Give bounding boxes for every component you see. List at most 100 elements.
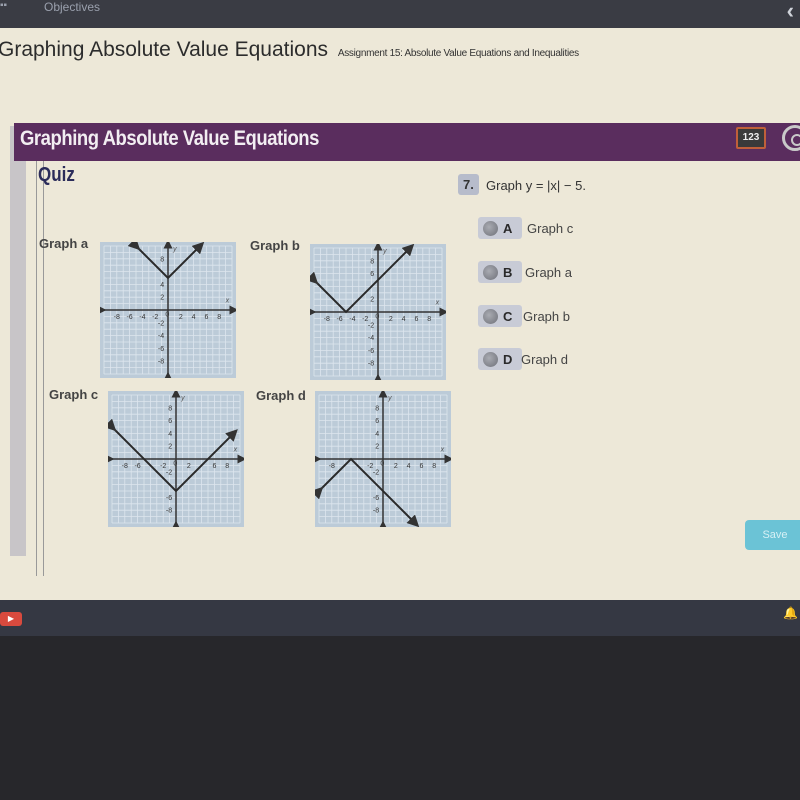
y-tick-label: 8 <box>375 405 379 412</box>
x-tick-label: -4 <box>139 314 145 321</box>
y-tick-label: 2 <box>375 444 379 451</box>
y-tick-label: -8 <box>166 508 172 515</box>
x-tick-label: -6 <box>134 463 140 470</box>
x-axis-label: x <box>440 446 445 453</box>
y-tick-label: 4 <box>168 431 172 438</box>
graph-a-label: Graph a <box>39 236 89 251</box>
option-letter: B <box>503 264 513 280</box>
option-letter: C <box>503 308 513 324</box>
y-axis-label: y <box>172 246 177 253</box>
grid-icon[interactable]: ▪▪ <box>0 0 7 11</box>
x-tick-label: 6 <box>414 316 418 323</box>
y-tick-label: 8 <box>160 256 164 263</box>
x-tick-label: 2 <box>187 463 191 470</box>
answer-option-a[interactable]: A <box>478 217 523 239</box>
option-text[interactable]: Graph c <box>527 221 573 236</box>
x-tick-label: -8 <box>122 463 128 470</box>
activity-banner: Graphing Absolute Value Equations 123 <box>14 123 800 161</box>
y-axis-label: y <box>382 248 387 255</box>
lesson-page: Graphing Absolute Value Equations Assign… <box>0 28 800 600</box>
graph-d-label: Graph d <box>256 388 306 403</box>
question-text: Graph y = |x| − 5. <box>486 178 586 193</box>
y-tick-label: -2 <box>158 320 164 327</box>
x-tick-label: -6 <box>336 316 342 323</box>
bell-icon[interactable]: 🔔 <box>783 606 798 620</box>
y-tick-label: 4 <box>375 431 379 438</box>
question-number: 7. <box>458 174 479 195</box>
answer-option-c[interactable]: C <box>478 305 523 327</box>
x-tick-label: -6 <box>126 314 132 321</box>
y-tick-label: 6 <box>370 271 374 278</box>
x-tick-label: 6 <box>212 463 216 470</box>
option-text[interactable]: Graph b <box>523 309 570 324</box>
y-tick-label: -4 <box>158 333 164 340</box>
x-tick-label: 4 <box>402 316 406 323</box>
y-tick-label: -4 <box>368 335 374 342</box>
page-title: Graphing Absolute Value Equations Assign… <box>0 38 579 62</box>
nav-objectives[interactable]: Objectives <box>44 0 100 14</box>
x-tick-label: 2 <box>394 463 398 470</box>
y-tick-label: 2 <box>168 444 172 451</box>
radio-button[interactable] <box>483 220 498 236</box>
option-letter: D <box>503 351 513 367</box>
y-tick-label: 8 <box>370 258 374 265</box>
bottom-bar: ▶ 🔔 <box>0 600 800 636</box>
x-axis-label: x <box>225 297 230 304</box>
option-text[interactable]: Graph d <box>521 352 568 367</box>
divider <box>43 126 44 576</box>
x-tick-label: -8 <box>114 314 120 321</box>
panel-scroll-strip <box>10 126 26 556</box>
radio-button[interactable] <box>483 308 498 324</box>
y-tick-label: 2 <box>160 295 164 302</box>
answer-option-b[interactable]: B <box>478 261 523 283</box>
y-tick-label: 2 <box>370 297 374 304</box>
y-tick-label: 8 <box>168 405 172 412</box>
answer-option-d[interactable]: D <box>478 348 523 370</box>
chevron-left-icon[interactable]: ‹ <box>787 0 794 24</box>
coordinate-plane: xy-8 -2 2 4 6 88642-2-6-80 <box>310 388 454 530</box>
y-tick-label: -8 <box>158 359 164 366</box>
x-axis-label: x <box>233 446 238 453</box>
coordinate-plane: xy-8 -6 -4 -2 2 4 6 8842-2-4-6-80 <box>97 237 239 381</box>
x-axis-label: x <box>435 299 440 306</box>
y-tick-label: 6 <box>168 418 172 425</box>
x-tick-label: 2 <box>389 316 393 323</box>
graph-d: x y -8 -2 2 4 6 8 8 6 4 2 -2 -6 -8 0 <box>310 388 454 530</box>
quiz-heading: Quiz <box>38 164 75 186</box>
option-text[interactable]: Graph a <box>525 265 572 280</box>
graph-b-label: Graph b <box>250 238 300 253</box>
y-tick-label: -6 <box>373 495 379 502</box>
origin-label: 0 <box>165 311 169 318</box>
coordinate-plane: xy-8 -6 -4 -2 2 4 6 8862-2-4-6-80 <box>305 241 449 383</box>
x-tick-label: 8 <box>225 463 229 470</box>
divider <box>36 126 37 576</box>
y-tick-label: -6 <box>158 346 164 353</box>
x-tick-label: -8 <box>324 316 330 323</box>
x-tick-label: 6 <box>204 314 208 321</box>
x-tick-label: -4 <box>349 316 355 323</box>
top-nav-bar: ▪▪ Objectives ‹ <box>0 0 800 28</box>
coordinate-plane: xy-8 -6 -2 2 6 88642-2-6-80 <box>103 388 247 530</box>
target-icon[interactable] <box>782 125 800 151</box>
y-tick-label: 6 <box>375 418 379 425</box>
y-tick-label: 4 <box>160 282 164 289</box>
y-tick-label: -8 <box>373 508 379 515</box>
graph-b: x y -8 -6 -4 -2 2 4 6 8 8 6 2 -2 -4 -6 -8 0 <box>305 241 449 383</box>
calculator-icon[interactable]: 123 <box>736 127 766 149</box>
y-tick-label: -2 <box>166 469 172 476</box>
save-button[interactable]: Save <box>745 520 800 550</box>
graph-c: x y -8 -6 -2 2 6 8 8 6 4 2 -2 -6 -8 0 <box>103 388 247 530</box>
y-tick-label: -6 <box>368 348 374 355</box>
x-tick-label: 8 <box>217 314 221 321</box>
youtube-icon[interactable]: ▶ <box>0 612 22 626</box>
x-tick-label: 6 <box>419 463 423 470</box>
screen-bezel <box>0 636 800 800</box>
radio-button[interactable] <box>483 264 498 280</box>
origin-label: 0 <box>380 460 384 467</box>
x-tick-label: 8 <box>427 316 431 323</box>
radio-button[interactable] <box>483 351 498 367</box>
y-tick-label: -2 <box>373 469 379 476</box>
graph-c-label: Graph c <box>49 387 99 402</box>
y-tick-label: -6 <box>166 495 172 502</box>
y-axis-label: y <box>387 395 392 402</box>
